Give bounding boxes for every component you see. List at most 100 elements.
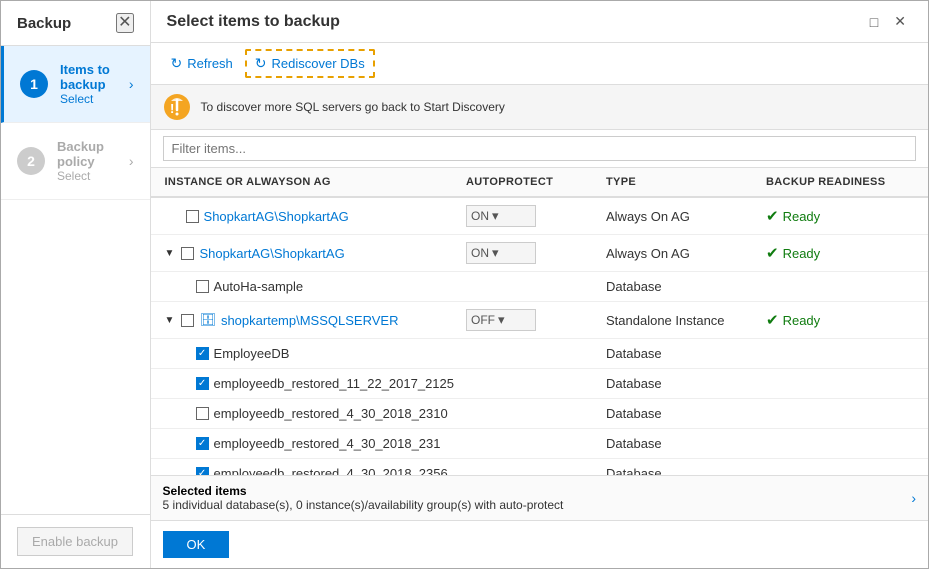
refresh-button[interactable]: ↻ Refresh [163,51,241,76]
steps-list: 1 Items to backup Select › 2 Backup poli… [1,46,150,514]
type-cell: Database [600,399,760,428]
instance-cell: ✓ employeedb_restored_4_30_2018_2356 [159,459,460,475]
ready-label: Ready [783,313,821,328]
ready-label: Ready [783,209,821,224]
row-checkbox[interactable] [196,407,209,420]
instance-name: employeedb_restored_4_30_2018_231 [214,436,441,451]
db-icon: 🗄 [199,312,216,328]
step-1-sub: Select [60,92,129,106]
step-2-label: Backup policy [57,139,129,169]
instance-name: EmployeeDB [214,346,290,361]
step-1-chevron-icon: › [129,76,134,92]
autoprotect-cell [460,437,600,451]
row-checkbox[interactable] [196,280,209,293]
status-arrow-icon[interactable]: › [911,490,916,506]
row-checkbox[interactable]: ✓ [196,377,209,390]
table-row: ShopkartAG\ShopkartAG ON ▾ Always On AG … [151,198,928,235]
expand-arrow-icon[interactable]: ▼ [165,315,175,326]
ready-icon: ✔ [766,244,779,262]
instance-cell: ✓ employeedb_restored_11_22_2017_2125 [159,369,460,398]
instance-name-link[interactable]: ShopkartAG\ShopkartAG [204,209,349,224]
toolbar: ↻ Refresh ↻ Rediscover DBs [151,43,928,85]
autoprotect-cell: ON ▾ [460,198,600,234]
discovery-banner: ! To discover more SQL servers go back t… [151,85,928,130]
row-checkbox[interactable] [181,314,194,327]
rediscover-icon: ↻ [255,55,267,72]
readiness-cell [760,347,920,361]
instance-cell: ▼ ShopkartAG\ShopkartAG [159,239,460,268]
step-1-number: 1 [20,70,48,98]
left-panel: Backup ✕ 1 Items to backup Select › 2 Ba… [1,1,151,568]
filter-input[interactable] [163,136,916,161]
maximize-button[interactable]: □ [864,11,884,32]
step-2-sub: Select [57,169,129,183]
autoprotect-cell [460,377,600,391]
expand-arrow-icon[interactable]: ▼ [165,248,175,259]
ready-badge: ✔ Ready [766,311,820,329]
right-panel: Select items to backup □ ✕ ↻ Refresh ↻ R… [151,1,928,568]
type-cell: Always On AG [600,239,760,268]
row-checkbox[interactable] [181,247,194,260]
table-row: employeedb_restored_4_30_2018_2310 Datab… [151,399,928,429]
step-1-info: Items to backup Select [60,62,129,106]
type-cell: Database [600,339,760,368]
row-checkbox[interactable]: ✓ [196,467,209,475]
rediscover-dbs-button[interactable]: ↻ Rediscover DBs [245,49,375,78]
readiness-cell: ✔ Ready [760,200,920,232]
left-panel-footer: Enable backup [1,514,150,568]
ready-badge: ✔ Ready [766,244,820,262]
autoprotect-cell [460,280,600,294]
col-header-autoprotect: AUTOPROTECT [460,168,600,196]
table-body: ShopkartAG\ShopkartAG ON ▾ Always On AG … [151,198,928,475]
type-cell: Database [600,429,760,458]
close-button[interactable]: ✕ [888,11,912,32]
rediscover-label: Rediscover DBs [272,56,365,71]
step-2-number: 2 [17,147,45,175]
left-panel-header: Backup ✕ [1,1,150,46]
row-checkbox[interactable]: ✓ [196,437,209,450]
autoprotect-dropdown[interactable]: ON ▾ [466,242,536,264]
autoprotect-dropdown[interactable]: OFF ▾ [466,309,536,331]
left-panel-title: Backup [17,15,71,32]
refresh-label: Refresh [187,56,233,71]
table-container: INSTANCE OR ALWAYSON AG AUTOPROTECT TYPE… [151,168,928,520]
autoprotect-cell [460,347,600,361]
step-2-item[interactable]: 2 Backup policy Select › [1,123,150,200]
instance-cell: AutoHa-sample [159,272,460,301]
ready-badge: ✔ Ready [766,207,820,225]
step-1-item[interactable]: 1 Items to backup Select › [1,46,150,123]
instance-name: AutoHa-sample [214,279,304,294]
step-2-chevron-icon: › [129,153,134,169]
row-checkbox[interactable]: ✓ [196,347,209,360]
table-row: ✓ employeedb_restored_11_22_2017_2125 Da… [151,369,928,399]
step-1-label: Items to backup [60,62,129,92]
instance-name-link[interactable]: shopkartemp\MSSQLSERVER [221,313,399,328]
readiness-cell [760,407,920,421]
ready-icon: ✔ [766,207,779,225]
type-cell: Database [600,272,760,301]
status-detail: 5 individual database(s), 0 instance(s)/… [163,498,564,512]
row-checkbox[interactable] [186,210,199,223]
refresh-icon: ↻ [171,55,183,72]
autoprotect-dropdown[interactable]: ON ▾ [466,205,536,227]
status-content: Selected items 5 individual database(s),… [163,484,564,512]
left-close-button[interactable]: ✕ [116,13,133,33]
enable-backup-button[interactable]: Enable backup [17,527,133,556]
window-controls: □ ✕ [864,11,912,32]
ok-button[interactable]: OK [163,531,230,558]
instance-name-link[interactable]: ShopkartAG\ShopkartAG [199,246,344,261]
autoprotect-cell [460,467,600,476]
table-row: ▼ ShopkartAG\ShopkartAG ON ▾ Always On A… [151,235,928,272]
readiness-cell [760,467,920,476]
col-header-instance: INSTANCE OR ALWAYSON AG [159,168,460,196]
discovery-banner-text: To discover more SQL servers go back to … [201,100,505,114]
ready-icon: ✔ [766,311,779,329]
ready-label: Ready [783,246,821,261]
col-header-type: TYPE [600,168,760,196]
discovery-warning-icon: ! [163,93,191,121]
instance-name: employeedb_restored_11_22_2017_2125 [214,376,454,391]
readiness-cell [760,437,920,451]
instance-name: employeedb_restored_4_30_2018_2356 [214,466,448,475]
right-panel-title: Select items to backup [167,13,340,31]
status-label: Selected items [163,484,564,498]
